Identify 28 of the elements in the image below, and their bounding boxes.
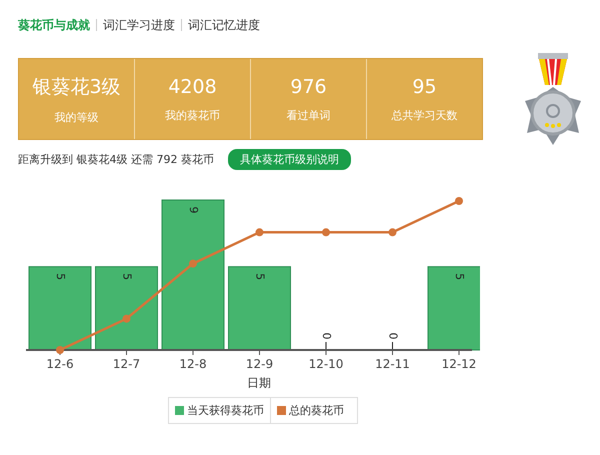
bar-value: 5 (253, 273, 266, 280)
stat-label: 总共学习天数 (392, 108, 458, 122)
x-tick-label: 12-11 (375, 357, 410, 371)
x-tick-label: 12-9 (246, 357, 274, 371)
legend-label: 总的葵花币 (289, 403, 344, 418)
x-tick-label: 12-6 (46, 357, 74, 371)
stat-label: 我的等级 (54, 110, 98, 124)
medal-icon (523, 53, 583, 145)
stat-value: 4208 (168, 76, 217, 98)
bar-value: 9 (186, 206, 200, 214)
stat-label: 看过单词 (286, 108, 330, 122)
legend-label: 当天获得葵花币 (187, 403, 264, 418)
bar-value: 5 (54, 273, 67, 280)
stat-value: 银葵花3级 (32, 74, 121, 100)
bar-value: 0 (386, 332, 400, 340)
stat-label: 我的葵花币 (165, 108, 220, 122)
bar-value: 5 (452, 273, 466, 280)
tab[interactable]: 词汇记忆进度 (188, 16, 260, 34)
x-tick-label: 12-12 (442, 357, 476, 371)
x-tick-label: 12-10 (308, 357, 344, 371)
bar-value: 0 (320, 332, 333, 340)
x-tick-label: 12-8 (179, 357, 207, 371)
stat-value: 976 (290, 76, 327, 98)
upgrade-progress-text: 距离升级到 银葵花4级 还需 792 葵花币 (18, 152, 214, 167)
stat-value: 95 (412, 76, 437, 98)
bar-value: 5 (120, 273, 134, 280)
x-tick-label: 12-7 (112, 357, 140, 371)
tab[interactable]: 词汇学习进度 (103, 16, 175, 34)
